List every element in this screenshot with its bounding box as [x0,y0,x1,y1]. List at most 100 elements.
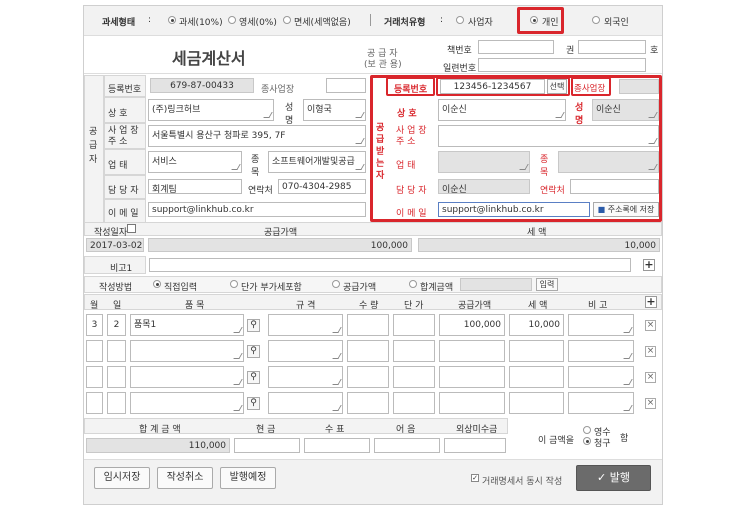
row-day[interactable] [107,366,126,388]
row-price[interactable] [393,314,435,336]
total-label: 합 계 금 액 [139,425,181,435]
delete-row-icon[interactable]: × [645,346,656,357]
delete-row-icon[interactable]: × [645,372,656,383]
row-spec[interactable] [268,392,343,414]
row-item[interactable] [130,392,244,414]
row-tax[interactable] [509,392,564,414]
issue-button[interactable]: ✓ 발행 [576,465,651,491]
tax-option-taxable: 과세(10%) [179,18,223,28]
search-icon[interactable]: ⚲ [247,397,260,410]
total-amount-input[interactable] [460,278,532,291]
buyer-reg-no-input[interactable]: 123456-1234567 [440,79,545,94]
radio-claim[interactable] [583,437,591,445]
radio-receipt[interactable] [583,426,591,434]
radio-tax-taxable[interactable] [168,16,176,24]
delete-row-icon[interactable]: × [645,320,656,331]
radio-tax-zero[interactable] [228,16,236,24]
check-input[interactable] [304,438,370,453]
cash-input[interactable] [234,438,300,453]
delete-row-icon[interactable]: × [645,398,656,409]
sync-statement-checkbox[interactable]: ✓ [471,474,479,482]
calendar-icon[interactable] [127,224,136,233]
credit-label: 외상미수금 [456,425,498,435]
row-supply[interactable]: 100,000 [439,314,505,336]
partner-type-label: 거래처유형 [384,18,426,28]
row-supply[interactable] [439,340,505,362]
buyer-contact-input[interactable]: 이순신 [438,179,530,194]
supplier-email-input[interactable]: support@linkhub.co.kr [148,202,366,217]
buyer-addr-input[interactable] [438,125,659,147]
buyer-select-button[interactable]: 선택 [547,79,567,94]
row-day[interactable] [107,340,126,362]
buyer-biz-item-input[interactable] [558,151,659,173]
row-tax[interactable] [509,366,564,388]
row-price[interactable] [393,392,435,414]
credit-input[interactable] [444,438,506,453]
buyer-rep-input[interactable]: 이순신 [592,99,659,121]
row-spec[interactable] [268,340,343,362]
supplier-biz-type-input[interactable]: 서비스 [148,151,242,173]
row-tax[interactable] [509,340,564,362]
buyer-biz-type-input[interactable] [438,151,530,173]
radio-tax-exempt[interactable] [283,16,291,24]
row-tax[interactable]: 10,000 [509,314,564,336]
supplier-name-input[interactable]: (주)링크허브 [148,99,274,121]
radio-method-vat-included[interactable] [230,280,238,288]
buyer-email-input[interactable]: support@linkhub.co.kr [438,202,590,217]
book-gwon-input[interactable] [478,40,554,54]
row-item[interactable] [130,340,244,362]
row-month[interactable] [86,366,103,388]
supplier-branch-input[interactable] [326,78,366,93]
row-month[interactable] [86,340,103,362]
radio-method-supply[interactable] [332,280,340,288]
book-ho-input[interactable] [578,40,646,54]
add-item-button[interactable]: + [645,296,657,308]
row-item[interactable]: 품목1 [130,314,244,336]
row-qty[interactable] [347,392,389,414]
row-spec[interactable] [268,314,343,336]
row-note[interactable] [568,314,634,336]
search-icon[interactable]: ⚲ [247,319,260,332]
search-icon[interactable]: ⚲ [247,345,260,358]
add-remark-button[interactable]: + [643,259,655,271]
radio-method-direct[interactable] [153,280,161,288]
supplier-phone-input[interactable]: 070-4304-2985 [278,179,366,194]
cancel-button[interactable]: 작성취소 [157,467,213,489]
supplier-biz-item-input[interactable]: 소프트웨어개발및공급 [268,151,366,173]
row-price[interactable] [393,366,435,388]
row-supply[interactable] [439,366,505,388]
supplier-email-label: 이 메 일 [108,209,139,219]
save-to-addressbook-button[interactable]: ■ 주소록에 저장 [593,202,659,217]
row-spec[interactable] [268,366,343,388]
row-day[interactable]: 2 [107,314,126,336]
row-day[interactable] [107,392,126,414]
supplier-addr-input[interactable]: 서울특별시 용산구 청파로 395, 7F [148,125,366,147]
row-note[interactable] [568,392,634,414]
buyer-name-input[interactable]: 이순신 [438,99,566,121]
row-qty[interactable] [347,314,389,336]
row-month[interactable]: 3 [86,314,103,336]
row-note[interactable] [568,366,634,388]
schedule-button[interactable]: 발행예정 [220,467,276,489]
date-input[interactable]: 2017-03-02 [86,238,144,252]
buyer-branch-input[interactable] [619,79,659,94]
row-qty[interactable] [347,366,389,388]
input-button[interactable]: 입력 [536,278,558,291]
remark-input[interactable] [149,258,631,272]
radio-partner-business[interactable] [456,16,464,24]
row-supply[interactable] [439,392,505,414]
search-icon[interactable]: ⚲ [247,371,260,384]
radio-partner-foreign[interactable] [592,16,600,24]
row-note[interactable] [568,340,634,362]
supplier-rep-input[interactable]: 이형국 [303,99,366,121]
buyer-phone-input[interactable] [570,179,659,194]
row-item[interactable] [130,366,244,388]
row-month[interactable] [86,392,103,414]
radio-method-total[interactable] [409,280,417,288]
serial-input[interactable] [478,58,646,72]
bill-input[interactable] [374,438,440,453]
row-qty[interactable] [347,340,389,362]
temp-save-button[interactable]: 임시저장 [94,467,150,489]
supplier-contact-input[interactable]: 회계팀 [148,179,242,194]
row-price[interactable] [393,340,435,362]
